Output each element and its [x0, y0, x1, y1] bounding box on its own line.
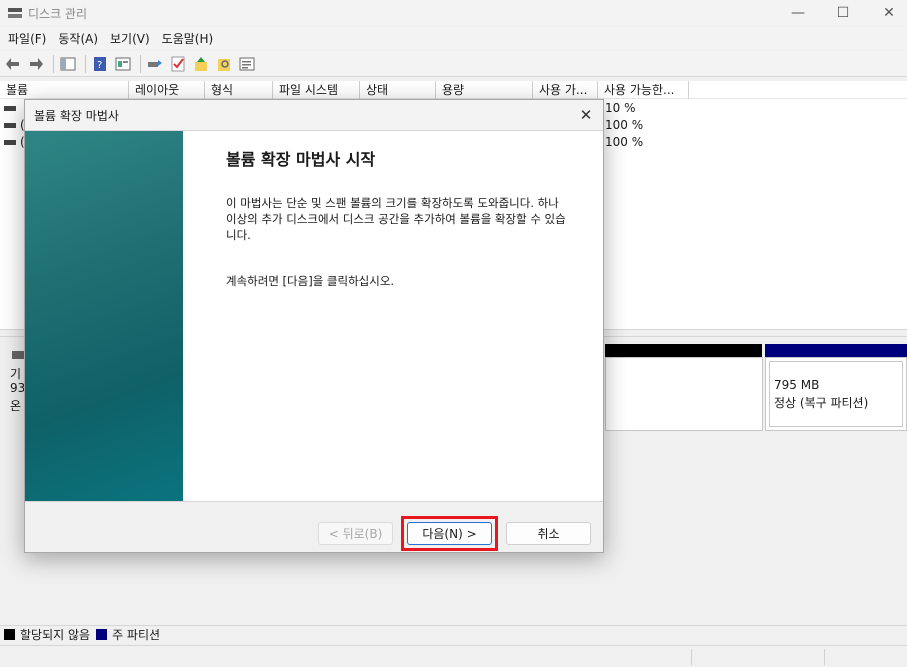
- primary-swatch: [96, 629, 108, 640]
- status-bar: [0, 645, 907, 667]
- col-percent-free[interactable]: 사용 가능한...: [598, 81, 689, 99]
- next-button-highlight: [401, 516, 498, 551]
- volume-icon: [4, 123, 16, 128]
- unallocated-bar: [605, 344, 762, 357]
- wizard-icon[interactable]: [214, 54, 234, 74]
- percent-free: 100 %: [605, 135, 644, 149]
- disk-management-icon: [8, 7, 22, 19]
- partition-size: 795 MB: [774, 378, 820, 392]
- forward-arrow-icon[interactable]: [26, 54, 46, 74]
- volume-icon: [4, 140, 16, 145]
- back-button[interactable]: < 뒤로(B): [318, 522, 393, 545]
- menu-help[interactable]: 도움말(H): [156, 30, 220, 47]
- close-button[interactable]: ✕: [866, 0, 907, 26]
- col-volume[interactable]: 볼륨: [0, 81, 129, 99]
- partition-block[interactable]: [605, 357, 763, 431]
- col-status[interactable]: 상태: [360, 81, 436, 99]
- title-bar: 디스크 관리 — ☐ ✕: [0, 0, 907, 26]
- rescan-icon[interactable]: [145, 54, 165, 74]
- minimize-button[interactable]: —: [775, 0, 821, 26]
- console-tree-icon[interactable]: [58, 54, 78, 74]
- col-filesystem[interactable]: 파일 시스템: [273, 81, 360, 99]
- menu-bar: 파일(F) 동작(A) 보기(V) 도움말(H): [0, 27, 907, 49]
- volume-icon: [4, 106, 16, 111]
- wizard-instruction: 계속하려면 [다음]을 클릭하십시오.: [226, 274, 395, 288]
- dialog-body: 볼륨 확장 마법사 시작 이 마법사는 단순 및 스팬 볼륨의 크기를 확장하도…: [25, 130, 603, 502]
- recovery-partition-block[interactable]: 795 MB 정상 (복구 파티션): [765, 357, 907, 431]
- partition-status: 정상 (복구 파티션): [774, 396, 869, 410]
- check-icon[interactable]: [168, 54, 188, 74]
- wizard-banner: [25, 131, 183, 502]
- col-type[interactable]: 형식: [205, 81, 273, 99]
- help-icon[interactable]: ?: [90, 54, 110, 74]
- back-arrow-icon[interactable]: [3, 54, 23, 74]
- wizard-heading: 볼륨 확장 마법사 시작: [226, 150, 376, 169]
- dialog-footer: < 뒤로(B) 다음(N) > 취소: [25, 501, 603, 552]
- col-free[interactable]: 사용 가...: [533, 81, 598, 99]
- menu-file[interactable]: 파일(F): [2, 30, 52, 47]
- wizard-description: 이 마법사는 단순 및 스팬 볼륨의 크기를 확장하도록 도와줍니다. 하나 이…: [226, 196, 566, 242]
- up-icon[interactable]: [191, 54, 211, 74]
- column-headers: 볼륨 레이아웃 형식 파일 시스템 상태 용량 사용 가... 사용 가능한..…: [0, 81, 907, 99]
- percent-free: 10 %: [605, 101, 636, 115]
- primary-partition-bar: [765, 344, 907, 357]
- dialog-close-icon[interactable]: ✕: [573, 103, 599, 127]
- legend-unallocated: 할당되지 않음: [20, 628, 91, 642]
- unallocated-swatch: [4, 629, 15, 640]
- dialog-title: 볼륨 확장 마법사: [34, 109, 119, 123]
- percent-free: 100 %: [605, 118, 644, 132]
- svg-text:?: ?: [97, 60, 102, 71]
- dialog-title-bar: 볼륨 확장 마법사 ✕: [25, 100, 603, 130]
- cancel-button[interactable]: 취소: [506, 522, 591, 545]
- menu-action[interactable]: 동작(A): [52, 30, 104, 47]
- col-capacity[interactable]: 용량: [436, 81, 533, 99]
- toolbar: ?: [0, 51, 907, 77]
- col-layout[interactable]: 레이아웃: [129, 81, 205, 99]
- extend-volume-wizard-dialog: 볼륨 확장 마법사 ✕ 볼륨 확장 마법사 시작 이 마법사는 단순 및 스팬 …: [24, 99, 604, 553]
- legend: 할당되지 않음 주 파티션: [0, 625, 907, 643]
- list-icon[interactable]: [237, 54, 257, 74]
- maximize-button[interactable]: ☐: [820, 0, 866, 26]
- window-title: 디스크 관리: [28, 6, 88, 21]
- properties-icon[interactable]: [113, 54, 133, 74]
- menu-view[interactable]: 보기(V): [104, 30, 156, 47]
- legend-primary: 주 파티션: [112, 628, 161, 642]
